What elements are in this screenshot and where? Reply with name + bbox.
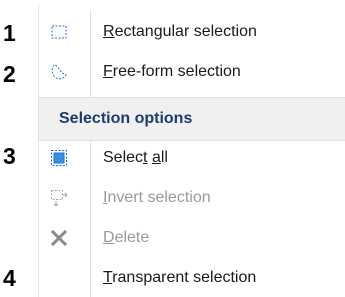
menu-item-label: Free-form selection [103, 63, 241, 80]
delete-x-icon [50, 229, 68, 247]
select-all-icon [50, 149, 68, 167]
annotation-number-2: 2 [3, 61, 16, 87]
menu-item-freeform-selection[interactable]: Free-form selection [38, 52, 345, 92]
annotation-number-4: 4 [3, 265, 16, 291]
section-header-selection-options: Selection options [39, 97, 345, 141]
selection-dropdown-menu: Rectangular selection Free-form selectio… [38, 5, 345, 297]
menu-item-select-all[interactable]: Select all [38, 138, 345, 178]
menu-item-label: Select all [103, 149, 168, 166]
paint-select-menu-screenshot: 1 2 3 4 Rectangular selection Free-form … [0, 0, 345, 297]
invert-selection-icon [50, 189, 68, 207]
menu-item-transparent-selection[interactable]: Transparent selection [38, 258, 345, 297]
annotation-number-1: 1 [3, 20, 16, 46]
freeform-select-icon [50, 63, 68, 81]
menu-item-delete[interactable]: Delete [38, 218, 345, 258]
menu-item-label: Invert selection [103, 189, 211, 206]
menu-item-label: Rectangular selection [103, 23, 257, 40]
annotation-number-3: 3 [3, 143, 16, 169]
rectangle-select-icon [50, 23, 68, 41]
menu-item-invert-selection[interactable]: Invert selection [38, 178, 345, 218]
menu-item-label: Transparent selection [103, 269, 257, 286]
menu-item-rectangular-selection[interactable]: Rectangular selection [38, 12, 345, 52]
section-header-label: Selection options [59, 110, 193, 127]
menu-item-label: Delete [103, 229, 150, 246]
